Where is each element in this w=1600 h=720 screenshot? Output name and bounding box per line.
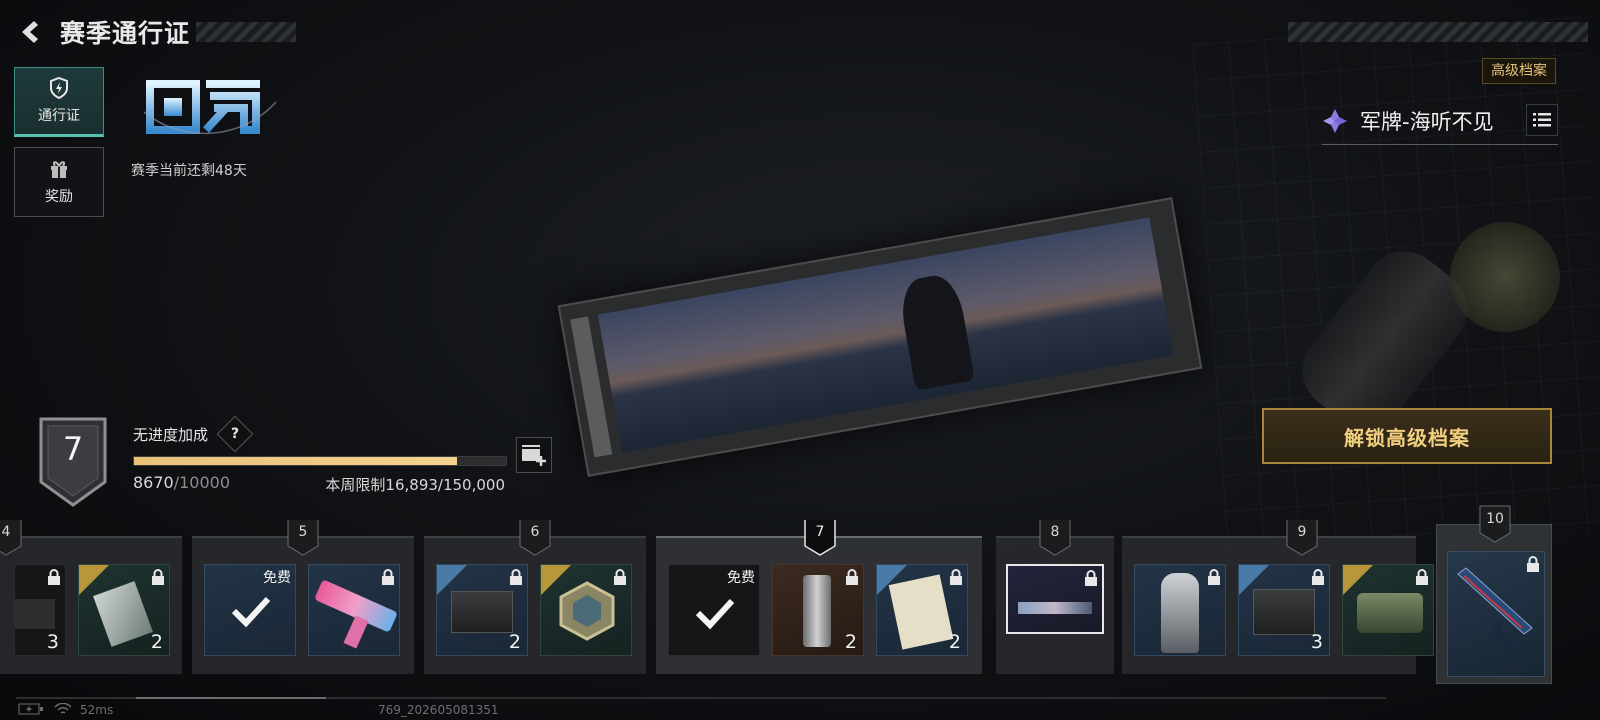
- battle-pass-icon: [50, 77, 68, 99]
- header-decoration: [1288, 22, 1588, 42]
- weekly-limit: 本周限制16,893/150,000: [325, 476, 505, 494]
- divider: [1322, 144, 1558, 145]
- battery-icon: [18, 703, 43, 715]
- lock-icon: [846, 569, 858, 585]
- premium-corner-icon: [1343, 565, 1373, 595]
- tab-rewards-label: 奖励: [45, 189, 73, 205]
- season-logo: [143, 80, 277, 135]
- xp-card-button[interactable]: [516, 437, 552, 473]
- xp-current: 8670: [133, 473, 174, 492]
- level-number: 5: [298, 524, 308, 540]
- level-number: 7: [815, 524, 825, 540]
- track-level-10[interactable]: 10: [1436, 505, 1552, 684]
- reward-card[interactable]: [1342, 564, 1434, 656]
- lock-icon: [152, 569, 164, 585]
- reward-quantity: 2: [508, 631, 521, 653]
- check-icon: [695, 598, 735, 630]
- level-number: 6: [530, 524, 540, 540]
- free-tag: 免费: [727, 570, 755, 586]
- list-icon: [1533, 113, 1551, 127]
- lock-icon: [1527, 556, 1539, 572]
- level-number: 10: [1486, 511, 1504, 527]
- check-icon: [231, 596, 271, 628]
- reward-quantity: 2: [150, 631, 163, 653]
- lock-icon: [1085, 570, 1097, 586]
- reward-card[interactable]: [1447, 551, 1545, 677]
- track-level-9: 9 3: [1122, 520, 1434, 674]
- grenade-cap-prop: [1450, 222, 1560, 332]
- page-title: 赛季通行证: [60, 19, 191, 48]
- current-level: 7: [62, 430, 84, 468]
- premium-corner-icon: [79, 565, 109, 595]
- reward-list-button[interactable]: [1526, 104, 1558, 136]
- free-tag: 免费: [263, 570, 291, 586]
- xp-card-add-icon: [522, 445, 546, 466]
- title-decoration: [196, 22, 296, 42]
- reward-card[interactable]: 3: [1238, 564, 1330, 656]
- status-bar: 52ms 769_202605081351: [18, 703, 499, 718]
- lock-icon: [1312, 569, 1324, 585]
- unlock-premium-button[interactable]: 解锁高级档案: [1262, 408, 1552, 464]
- tab-rewards[interactable]: 奖励: [14, 147, 104, 217]
- reward-quantity: 2: [844, 631, 857, 653]
- lock-icon: [1208, 569, 1220, 585]
- track-level-7: 7 免费 2 2: [656, 520, 982, 674]
- reward-quantity: 2: [948, 631, 961, 653]
- lock-icon: [48, 569, 60, 585]
- reward-card-claimed[interactable]: 免费: [204, 564, 296, 656]
- season-remaining: 赛季当前还剩48天: [131, 163, 247, 179]
- xp-readout: 8670/10000: [133, 473, 230, 492]
- track-level-4: 4 3 2: [0, 520, 182, 674]
- lock-icon: [1416, 569, 1428, 585]
- track-scrollbar[interactable]: [16, 697, 1386, 699]
- reward-card[interactable]: 2: [876, 564, 968, 656]
- reward-track[interactable]: 4 3 2 5 免费 6 2 7 免费 2 2 8 9 3: [0, 520, 1600, 690]
- help-icon: ?: [230, 426, 240, 442]
- reward-card[interactable]: [308, 564, 400, 656]
- lock-icon: [950, 569, 962, 585]
- reward-card[interactable]: 3: [14, 564, 66, 656]
- reward-card[interactable]: [540, 564, 632, 656]
- xp-max: /10000: [173, 473, 231, 492]
- back-arrow-icon: [22, 21, 38, 43]
- reward-card[interactable]: [1134, 564, 1226, 656]
- selected-reward-row[interactable]: 军牌-海听不见: [1322, 100, 1558, 142]
- premium-archive-tag: 高级档案: [1482, 58, 1556, 84]
- level-number: 9: [1297, 524, 1307, 540]
- track-level-6: 6 2: [424, 520, 646, 674]
- tab-battle-pass-label: 通行证: [38, 108, 80, 124]
- back-button[interactable]: [16, 18, 44, 46]
- xp-progress-fill: [134, 457, 457, 465]
- gift-icon: [51, 161, 67, 178]
- reward-quantity: 3: [46, 631, 59, 653]
- wifi-icon: [54, 703, 72, 714]
- reward-card-claimed[interactable]: 免费: [668, 564, 760, 656]
- build-id: 769_202605081351: [378, 703, 499, 717]
- reward-card[interactable]: 2: [772, 564, 864, 656]
- lock-icon: [614, 569, 626, 585]
- scrollbar-thumb[interactable]: [136, 697, 326, 699]
- premium-diamond-icon: [1323, 109, 1347, 133]
- lock-icon: [510, 569, 522, 585]
- bonus-label: 无进度加成: [133, 426, 209, 444]
- reward-card[interactable]: 2: [78, 564, 170, 656]
- ping-value: 52ms: [80, 703, 114, 717]
- selected-reward-name: 军牌-海听不见: [1360, 110, 1494, 134]
- level-number: 8: [1050, 524, 1060, 540]
- xp-progress-bar: [133, 456, 507, 466]
- weapon-image: [1457, 567, 1533, 652]
- level-number: 4: [1, 524, 11, 540]
- track-level-5: 5 免费: [192, 520, 414, 674]
- reward-quantity: 3: [1310, 631, 1323, 653]
- track-level-8: 8: [996, 520, 1114, 674]
- reward-card[interactable]: 2: [436, 564, 528, 656]
- tab-battle-pass[interactable]: 通行证: [14, 67, 104, 137]
- emblem-image: [559, 581, 615, 641]
- reward-card-selected[interactable]: [1006, 564, 1104, 634]
- lock-icon: [382, 569, 394, 585]
